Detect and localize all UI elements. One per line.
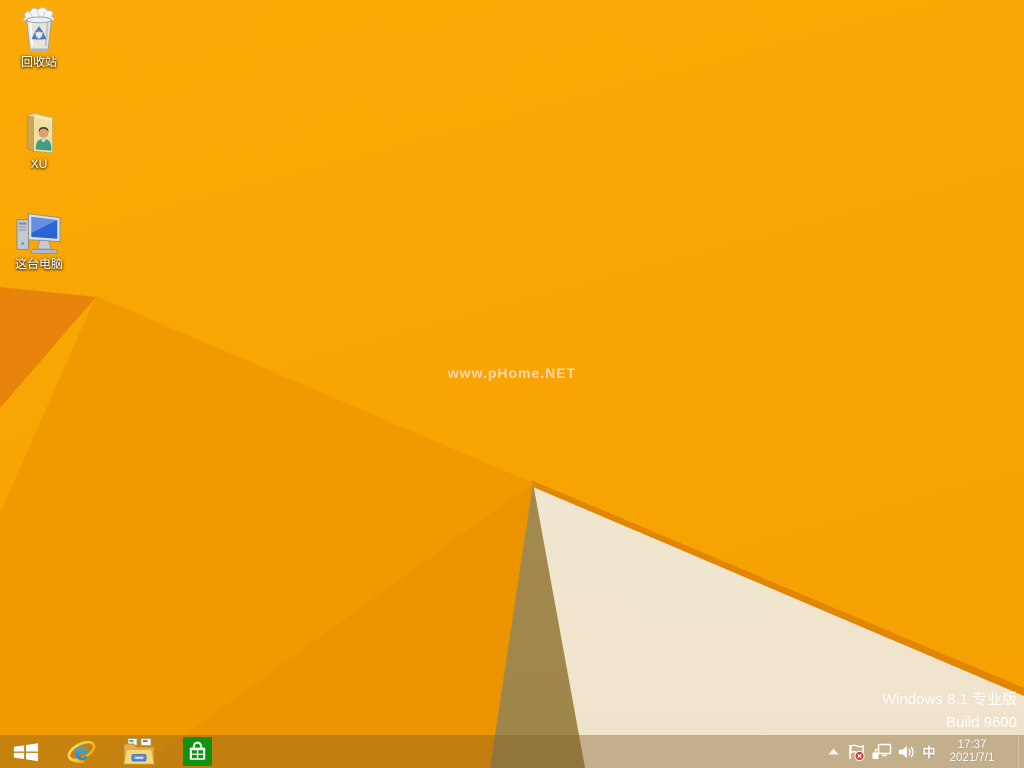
network-monitor-icon [872, 743, 891, 759]
flag-alert-icon [849, 744, 865, 761]
recycle-bin-icon [22, 7, 55, 52]
speaker-icon [898, 745, 914, 758]
desktop-icon-label: XU [30, 157, 48, 171]
desktop-icon-recycle-bin[interactable]: 回收站 [2, 4, 76, 69]
windows-logo-icon [13, 742, 39, 761]
windows-desktop: www.pHome.NET Windows 8.1 专业版 Build 9600… [0, 0, 1024, 768]
tray-date: 2021/7/1 [949, 751, 995, 764]
taskbar-internet-explorer-button[interactable]: e [52, 735, 110, 768]
ime-indicator[interactable]: 中 [918, 735, 940, 768]
system-tray: 中 17:37 2021/7/1 [822, 735, 1024, 768]
show-desktop-button[interactable] [1018, 735, 1024, 768]
os-build-line: Build 9600 [946, 714, 1017, 731]
os-edition-line: Windows 8.1 专业版 [881, 691, 1017, 708]
desktop-icon-label: 回收站 [20, 55, 57, 69]
computer-icon [16, 213, 61, 254]
file-explorer-icon [123, 737, 155, 764]
start-button[interactable] [0, 735, 52, 768]
taskbar: e 中 17:37 2021/7/1 [0, 735, 1024, 768]
user-folder-icon [26, 112, 54, 154]
network-icon[interactable] [868, 735, 894, 768]
volume-icon[interactable] [894, 735, 918, 768]
desktop-icon-xu-folder[interactable]: XU [2, 108, 76, 171]
taskbar-windows-store-button[interactable] [168, 735, 226, 768]
site-watermark: www.pHome.NET [447, 365, 577, 381]
internet-explorer-icon: e [67, 738, 95, 766]
chevron-up-icon [828, 748, 838, 755]
taskbar-file-explorer-button[interactable] [110, 735, 168, 768]
desktop-icon-this-pc[interactable]: 这台电脑 [2, 210, 76, 271]
action-center-flag-icon[interactable] [844, 735, 868, 768]
desktop-icon-label: 这台电脑 [14, 257, 63, 271]
tray-time: 17:37 [957, 738, 987, 751]
hidden-icons-chevron-icon[interactable] [822, 735, 844, 768]
tray-clock[interactable]: 17:37 2021/7/1 [940, 739, 1004, 765]
windows-store-icon [182, 737, 212, 766]
os-edition-watermark: Windows 8.1 专业版 Build 9600 [882, 688, 1017, 734]
ime-language-label: 中 [922, 745, 936, 760]
